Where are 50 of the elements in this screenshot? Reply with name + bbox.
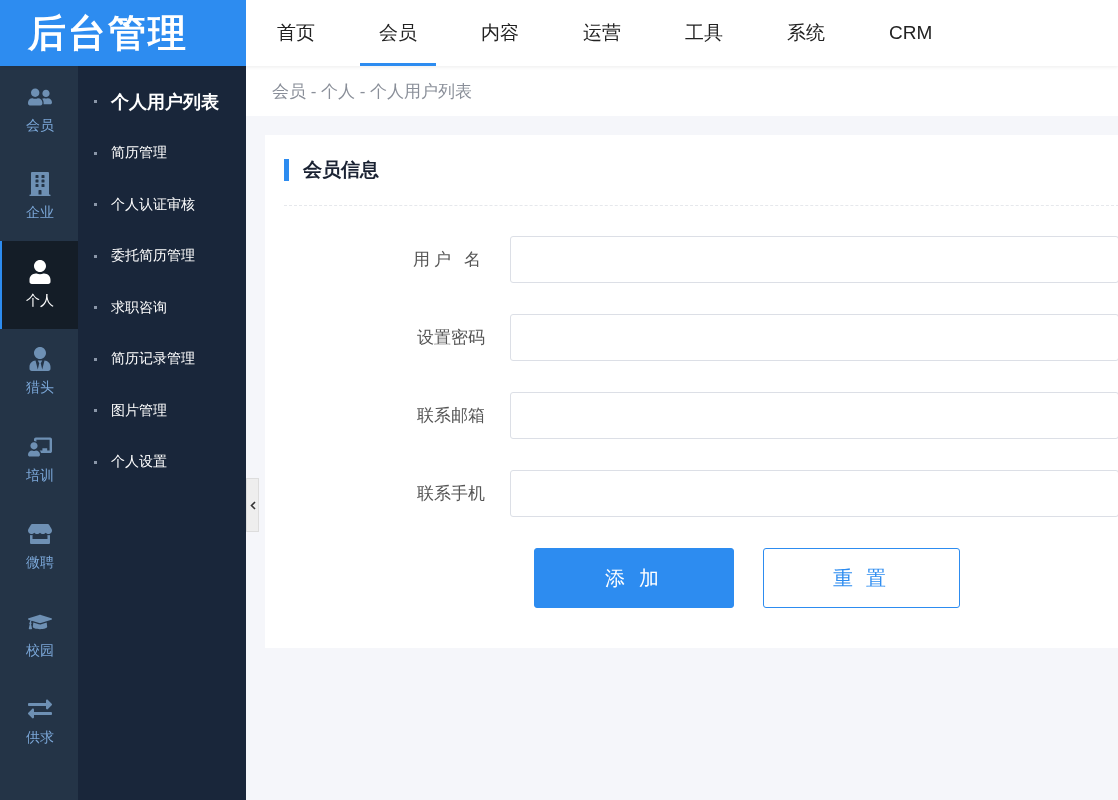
nav-tab[interactable]: 运营 — [564, 0, 640, 66]
nav-tab[interactable]: 首页 — [258, 0, 334, 66]
building-icon — [28, 172, 52, 197]
person-icon — [28, 259, 52, 284]
nav-tab[interactable]: CRM — [870, 0, 952, 66]
reset-button[interactable]: 重 置 — [763, 548, 960, 608]
bullet-icon — [94, 203, 97, 207]
rail-item[interactable]: 猎头 — [0, 328, 78, 416]
nav-tab[interactable]: 内容 — [462, 0, 538, 66]
field-label: 设置密码 — [416, 327, 486, 349]
bullet-icon — [94, 306, 97, 310]
bullet-icon — [94, 357, 97, 361]
rail-item[interactable]: 会员 — [0, 66, 78, 154]
rail-item[interactable]: 企业 — [0, 153, 78, 241]
input-field[interactable] — [510, 470, 1118, 517]
title-bar-icon — [284, 159, 289, 181]
rail-item[interactable]: 校园 — [0, 591, 78, 679]
submenu-item[interactable]: 图片管理 — [78, 385, 246, 437]
submenu-item[interactable]: 个人设置 — [78, 436, 246, 488]
logo: 后台管理 — [0, 0, 246, 66]
field-label: 用户 名 — [412, 249, 486, 271]
section-title: 会员信息 — [303, 158, 379, 182]
bullet-icon — [94, 100, 97, 104]
input-field[interactable] — [510, 314, 1118, 361]
rail-item[interactable]: 培训 — [0, 416, 78, 504]
field-label: 联系邮箱 — [416, 405, 486, 427]
bullet-icon — [94, 254, 97, 258]
rail-item[interactable]: 供求 — [0, 678, 78, 766]
bullet-icon — [94, 151, 97, 155]
submenu-item[interactable]: 个人用户列表 — [78, 76, 246, 128]
person-tie-icon — [28, 347, 52, 372]
nav-tab[interactable]: 系统 — [768, 0, 844, 66]
nav-tab[interactable]: 工具 — [666, 0, 742, 66]
submenu-item[interactable]: 简历记录管理 — [78, 333, 246, 385]
collapse-handle[interactable] — [246, 478, 259, 532]
input-field[interactable] — [510, 392, 1118, 439]
chevron-left-icon — [249, 500, 256, 510]
breadcrumb: 会员 - 个人 - 个人用户列表 — [272, 80, 473, 103]
bullet-icon — [94, 409, 97, 413]
submenu-item[interactable]: 求职咨询 — [78, 282, 246, 334]
field-label: 联系手机 — [416, 483, 486, 505]
rail-item[interactable]: 个人 — [0, 241, 78, 329]
submenu-item[interactable]: 委托简历管理 — [78, 230, 246, 282]
submenu-item[interactable]: 简历管理 — [78, 127, 246, 179]
bullet-icon — [94, 460, 97, 464]
board-icon — [28, 434, 52, 459]
submenu-item[interactable]: 个人认证审核 — [78, 179, 246, 231]
input-field[interactable] — [510, 236, 1118, 283]
store-icon — [28, 522, 52, 547]
rail-item[interactable]: 微聘 — [0, 503, 78, 591]
